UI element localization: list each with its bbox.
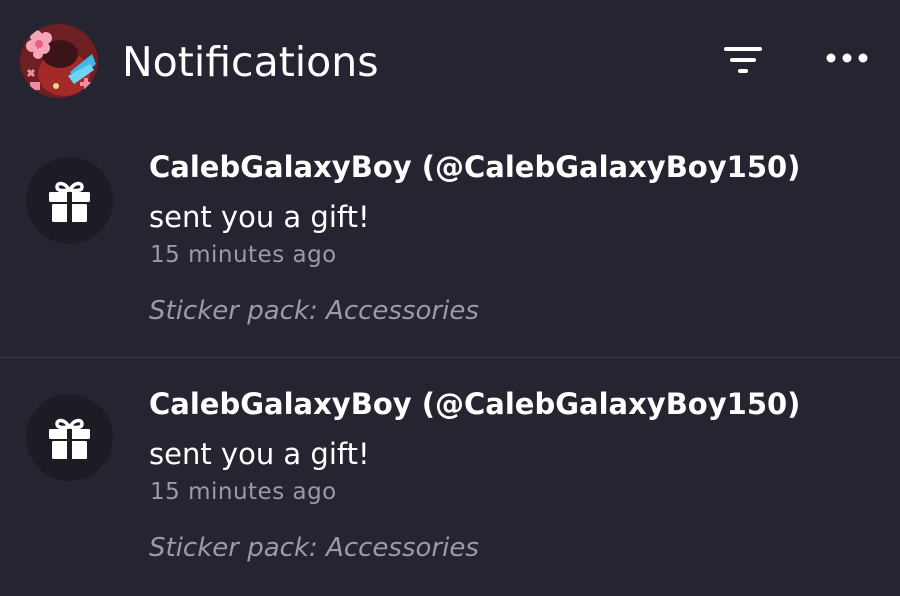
filter-icon — [724, 47, 762, 73]
more-options-button[interactable] — [820, 40, 876, 76]
notification-detail: Sticker pack: Accessories — [149, 296, 479, 326]
gift-icon — [49, 181, 90, 222]
divider — [0, 357, 900, 358]
notification-sender[interactable]: CalebGalaxyBoy (@CalebGalaxyBoy150) — [149, 387, 800, 421]
app-header: Notifications — [0, 0, 900, 130]
notification-message: sent you a gift! — [149, 437, 370, 471]
notification-timestamp: 15 minutes ago — [150, 479, 337, 505]
more-options-icon — [826, 53, 868, 63]
notification-detail: Sticker pack: Accessories — [149, 533, 479, 563]
gift-icon — [49, 418, 90, 459]
notification-message: sent you a gift! — [149, 200, 370, 234]
avatar-image — [20, 24, 98, 98]
notification-item[interactable]: CalebGalaxyBoy (@CalebGalaxyBoy150) sent… — [0, 122, 900, 359]
page-title: Notifications — [122, 38, 379, 86]
avatar[interactable] — [20, 24, 98, 98]
notification-timestamp: 15 minutes ago — [150, 242, 337, 268]
gift-icon-container — [26, 394, 113, 481]
notification-item[interactable]: CalebGalaxyBoy (@CalebGalaxyBoy150) sent… — [0, 359, 900, 596]
gift-icon-container — [26, 157, 113, 244]
filter-button[interactable] — [718, 40, 768, 80]
notification-sender[interactable]: CalebGalaxyBoy (@CalebGalaxyBoy150) — [149, 150, 800, 184]
